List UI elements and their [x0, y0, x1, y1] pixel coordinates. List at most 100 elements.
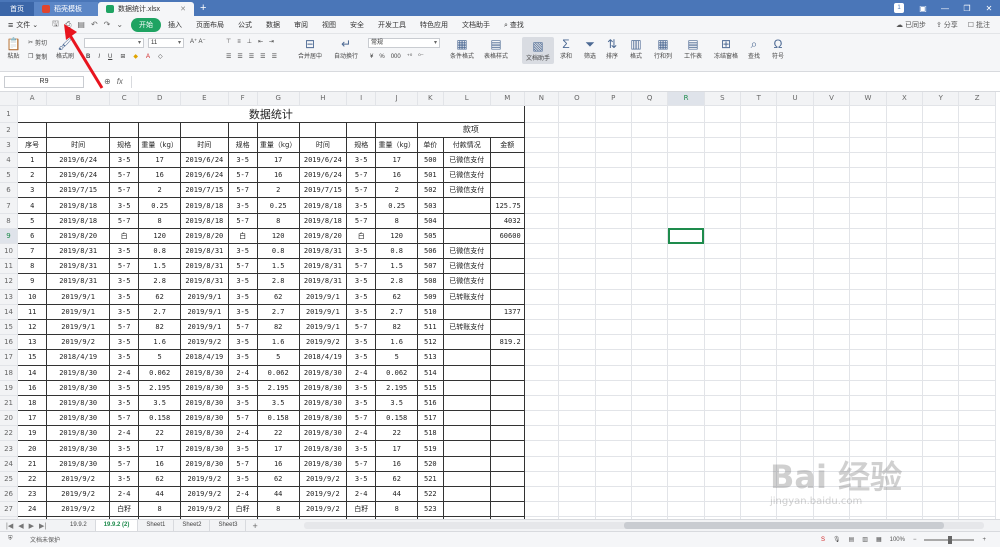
number-format-select[interactable]: 常规: [368, 38, 440, 48]
data-cell[interactable]: [442, 303, 491, 320]
cell[interactable]: [595, 456, 632, 472]
sheet-tab-sheet1[interactable]: Sheet1: [138, 520, 175, 531]
data-cell[interactable]: 2019/8/30: [180, 394, 229, 412]
cell[interactable]: [595, 319, 632, 336]
data-cell[interactable]: 3-5: [346, 440, 377, 457]
data-cell[interactable]: 0.25: [256, 197, 300, 214]
data-cell[interactable]: 2019/8/31: [298, 273, 348, 290]
cell[interactable]: [558, 243, 596, 260]
cell[interactable]: [813, 122, 851, 138]
cell[interactable]: [595, 273, 632, 290]
column-header-w[interactable]: W: [849, 92, 887, 106]
cell[interactable]: [524, 334, 560, 351]
cell[interactable]: [813, 273, 851, 290]
data-cell[interactable]: 白: [109, 227, 140, 245]
cell[interactable]: [667, 289, 705, 305]
cell[interactable]: [558, 228, 596, 245]
cell[interactable]: [631, 365, 669, 381]
column-header-u[interactable]: U: [776, 92, 814, 106]
cell[interactable]: [704, 273, 742, 290]
row-header[interactable]: 14: [0, 304, 19, 320]
cell[interactable]: [631, 152, 669, 169]
data-cell[interactable]: 白籽: [227, 501, 258, 518]
data-cell[interactable]: [442, 379, 491, 396]
cell[interactable]: [631, 273, 669, 290]
row-header[interactable]: 18: [0, 365, 19, 381]
cell[interactable]: [849, 182, 887, 199]
data-cell[interactable]: 白籽: [109, 501, 140, 518]
data-cell[interactable]: 3-5: [346, 197, 377, 214]
data-cell[interactable]: [489, 242, 525, 260]
decrease-decimal-icon[interactable]: ⁰⁻: [418, 53, 424, 60]
cell[interactable]: [595, 105, 632, 123]
data-cell[interactable]: 0.8: [256, 242, 300, 260]
cell[interactable]: [667, 137, 705, 153]
cell[interactable]: [595, 289, 632, 305]
data-cell[interactable]: 2.195: [256, 379, 300, 396]
cell[interactable]: [849, 380, 887, 396]
column-title[interactable]: 付款情况: [442, 136, 491, 153]
cell[interactable]: [958, 410, 996, 427]
next-sheet-icon[interactable]: ▶: [29, 522, 34, 530]
data-cell[interactable]: 16: [17, 379, 48, 396]
data-cell[interactable]: 1.5: [256, 258, 300, 275]
data-cell[interactable]: 120: [375, 227, 419, 245]
cell[interactable]: [667, 167, 705, 184]
column-title[interactable]: 序号: [17, 136, 48, 153]
data-cell[interactable]: 12: [17, 318, 48, 336]
data-cell[interactable]: 已微信支付: [442, 182, 491, 199]
data-cell[interactable]: 2-4: [227, 485, 258, 503]
cell[interactable]: [922, 410, 960, 427]
cell[interactable]: [740, 167, 778, 184]
row-header[interactable]: 12: [0, 273, 19, 290]
cell[interactable]: [704, 456, 742, 472]
cell[interactable]: [922, 167, 960, 184]
data-cell[interactable]: 已微信支付: [442, 273, 491, 290]
row-header[interactable]: 13: [0, 289, 19, 305]
data-cell[interactable]: 4032: [489, 212, 525, 229]
cell[interactable]: [776, 365, 814, 381]
data-cell[interactable]: 2019/8/30: [46, 394, 111, 412]
outdent-icon[interactable]: ⇥: [269, 38, 274, 45]
sheet-tab-sheet2[interactable]: Sheet2: [174, 520, 211, 531]
data-cell[interactable]: 23: [17, 485, 48, 503]
data-cell[interactable]: 0.158: [256, 410, 300, 427]
cell[interactable]: [886, 425, 924, 442]
data-cell[interactable]: 5-7: [109, 212, 140, 229]
cell[interactable]: [631, 213, 669, 229]
data-cell[interactable]: 505: [417, 227, 444, 245]
cell[interactable]: [595, 410, 632, 427]
redo-icon[interactable]: ↷: [104, 20, 111, 29]
freeze-panes-button[interactable]: ⊞ 冻结窗格: [714, 37, 738, 60]
cell[interactable]: [704, 105, 742, 123]
cell[interactable]: [740, 319, 778, 336]
cell[interactable]: [704, 197, 742, 214]
cell[interactable]: [524, 289, 560, 305]
skin-icon[interactable]: ▣: [912, 4, 934, 13]
cell[interactable]: [922, 501, 960, 518]
cell[interactable]: [776, 395, 814, 412]
cell[interactable]: [886, 349, 924, 366]
data-cell[interactable]: 2019/8/20: [180, 227, 229, 245]
cell[interactable]: [558, 105, 596, 123]
cell[interactable]: [922, 456, 960, 472]
data-cell[interactable]: 2-4: [346, 364, 377, 381]
data-cell[interactable]: 16: [375, 455, 419, 472]
cell[interactable]: [958, 228, 996, 245]
cell[interactable]: [813, 365, 851, 381]
row-header[interactable]: 17: [0, 349, 19, 366]
data-cell[interactable]: 2-4: [346, 425, 377, 442]
data-cell[interactable]: 2019/9/2: [298, 334, 348, 351]
data-cell[interactable]: 16: [256, 455, 300, 472]
cell[interactable]: [595, 501, 632, 518]
data-cell[interactable]: 2019/9/1: [298, 318, 348, 336]
data-cell[interactable]: 5-7: [227, 410, 258, 427]
cell[interactable]: [922, 152, 960, 169]
data-cell[interactable]: 3-5: [109, 349, 140, 366]
data-cell[interactable]: 22: [138, 425, 182, 442]
cell[interactable]: [558, 395, 596, 412]
border-icon[interactable]: ⊞: [120, 53, 125, 60]
data-cell[interactable]: 1.6: [256, 334, 300, 351]
cell[interactable]: [595, 486, 632, 503]
data-cell[interactable]: 2019/7/15: [298, 182, 348, 199]
